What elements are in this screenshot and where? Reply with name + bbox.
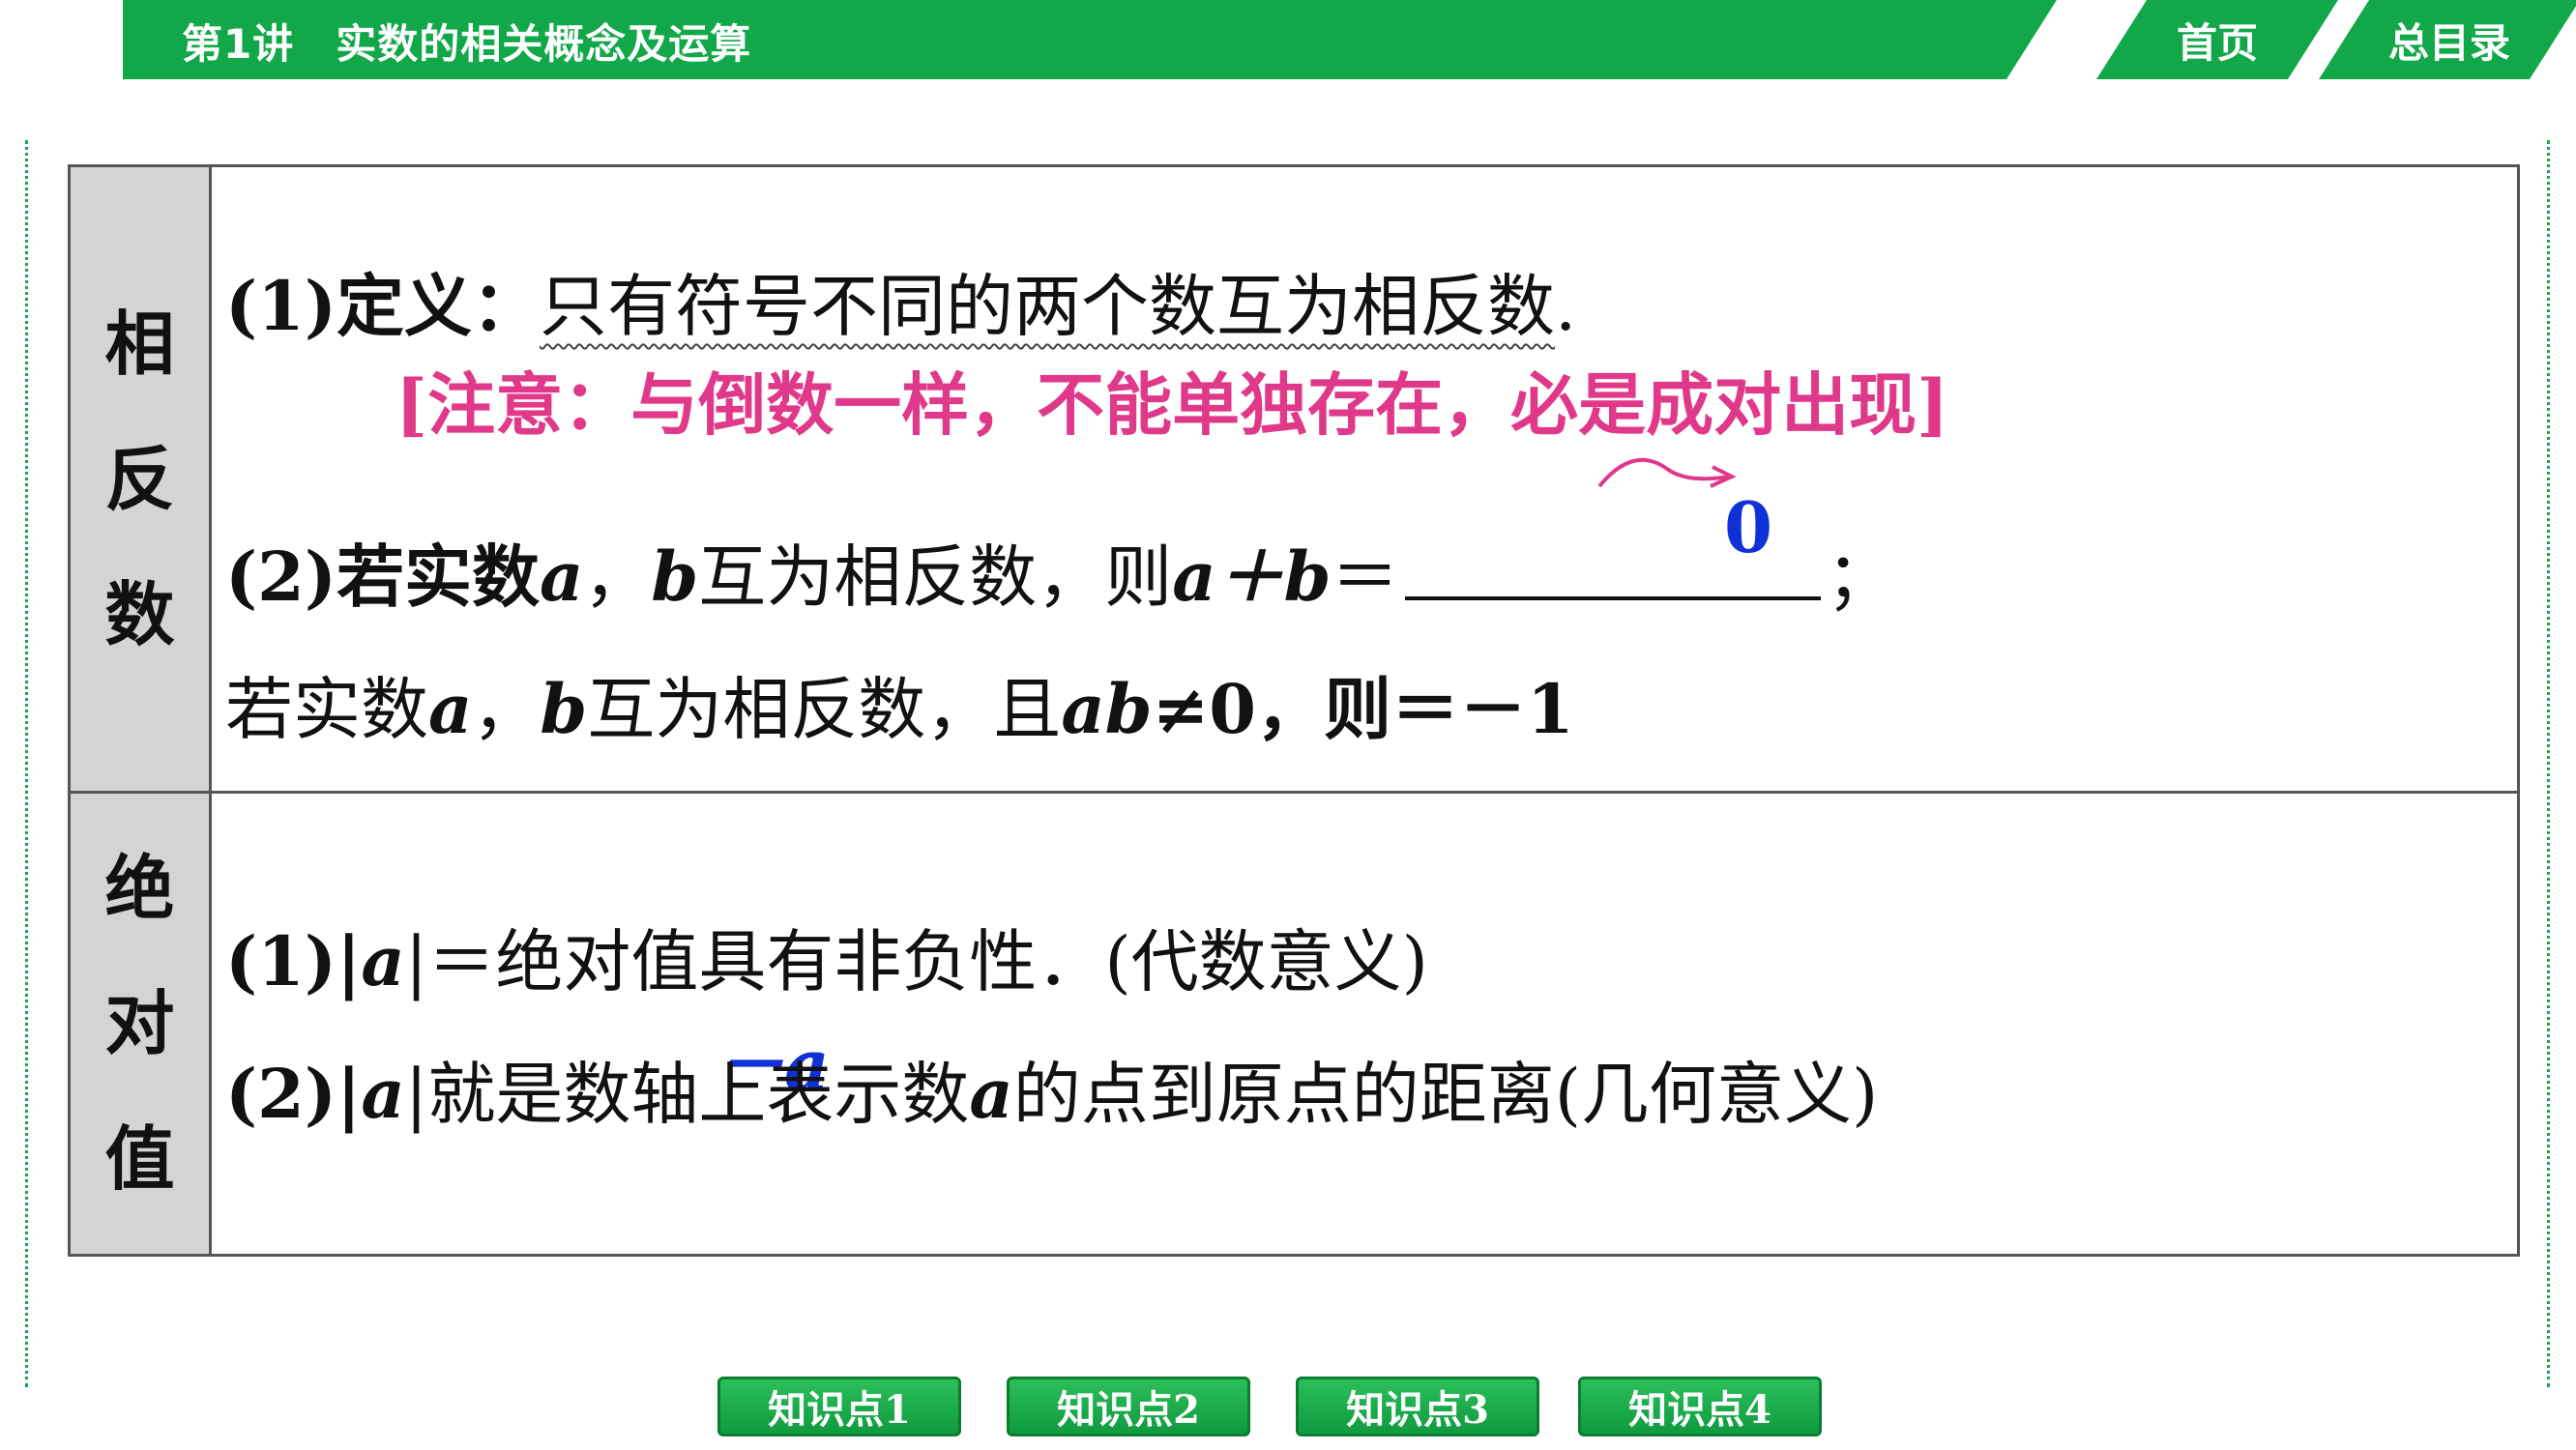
var-a: a xyxy=(539,536,584,617)
label-char: 数 xyxy=(104,573,175,655)
row-absolute-value: 绝 对 值 (1)|a|＝绝对值具有非负性．(代数意义) －a (2)|a|就是… xyxy=(71,794,2517,1254)
abs-algebraic-line: (1)|a|＝绝对值具有非负性．(代数意义) xyxy=(225,908,1428,1005)
right-dotted-border xyxy=(2547,140,2550,1387)
abs-line1-prefix: (1)| xyxy=(225,921,362,1001)
comma: ， xyxy=(472,670,541,749)
abs-line2-text: |就是数轴上表示数 xyxy=(404,1055,970,1134)
var-b: b xyxy=(540,669,588,749)
definition-text: 只有符号不同的两个数互为相反数 xyxy=(539,267,1555,346)
knowledge-point-2-button[interactable]: 知识点2 xyxy=(1007,1377,1250,1436)
note-text: [注意：与倒数一样，不能单独存在，必是成对出现] xyxy=(395,364,1949,445)
home-button[interactable]: 首页 xyxy=(2096,0,2338,79)
answer-blank xyxy=(1404,538,1821,600)
label-char: 对 xyxy=(104,983,175,1064)
knowledge-point-3-button[interactable]: 知识点3 xyxy=(1296,1377,1539,1436)
knowledge-point-4-button[interactable]: 知识点4 xyxy=(1578,1377,1822,1436)
sum-expression: a＋b xyxy=(1172,536,1332,617)
sum-line: (2)若实数a，b互为相反数，则a＋b＝ ； xyxy=(225,523,1894,621)
slide-page: 第1讲 实数的相关概念及运算 首页 总目录 相 反 数 (1)定义：只有符号不同… xyxy=(0,0,2576,1450)
curved-arrow-icon xyxy=(1597,457,1737,488)
var-a: a xyxy=(361,921,405,1001)
label-char: 绝 xyxy=(104,848,175,929)
quotient-line: 若实数a，b互为相反数，且ab≠0，则＝－1 xyxy=(225,655,1574,753)
knowledge-point-1-button[interactable]: 知识点1 xyxy=(717,1377,961,1436)
var-a: a xyxy=(428,669,473,749)
var-a: a xyxy=(969,1054,1013,1134)
left-dotted-border xyxy=(25,140,28,1387)
table-of-contents-button[interactable]: 总目录 xyxy=(2319,0,2576,79)
definition-end: . xyxy=(1554,267,1577,346)
sum-line-prefix: (2)若实数 xyxy=(225,536,540,617)
content-table: 相 反 数 (1)定义：只有符号不同的两个数互为相反数. [注意：与倒数一样，不… xyxy=(68,164,2520,1257)
comma: ， xyxy=(583,537,652,617)
abs-geometric-line: (2)|a|就是数轴上表示数a的点到原点的距离(几何意义) xyxy=(225,1040,1878,1138)
equals-sign: ＝ xyxy=(1331,537,1399,617)
abs-line2-end: 的点到原点的距离(几何意义) xyxy=(1012,1055,1879,1134)
label-char: 相 xyxy=(104,303,175,385)
quotient-line-prefix: 若实数 xyxy=(225,670,428,749)
row-opposite-numbers: 相 反 数 (1)定义：只有符号不同的两个数互为相反数. [注意：与倒数一样，不… xyxy=(71,167,2517,794)
abs-line2-prefix: (2)| xyxy=(225,1054,362,1134)
quotient-line-mid: 互为相反数，且 xyxy=(587,670,1062,749)
label-char: 反 xyxy=(104,438,175,520)
label-cell-absolute: 绝 对 值 xyxy=(71,794,212,1254)
page-title: 第1讲 实数的相关概念及运算 xyxy=(182,20,752,68)
sum-line-mid: 互为相反数，则 xyxy=(698,537,1173,617)
label-char: 值 xyxy=(104,1118,175,1200)
definition-line: (1)定义：只有符号不同的两个数互为相反数. xyxy=(225,252,1576,350)
var-a: a xyxy=(361,1054,405,1134)
definition-prefix: (1)定义： xyxy=(225,266,540,346)
var-b: b xyxy=(651,536,699,617)
abs-line1-text: |＝绝对值具有非负性．(代数意义) xyxy=(404,922,1428,1001)
quotient-line-end: ≠0，则＝－1 xyxy=(1152,669,1574,749)
semicolon: ； xyxy=(1826,537,1894,617)
product-ab: ab xyxy=(1061,669,1153,749)
label-cell-opposite: 相 反 数 xyxy=(71,167,212,791)
